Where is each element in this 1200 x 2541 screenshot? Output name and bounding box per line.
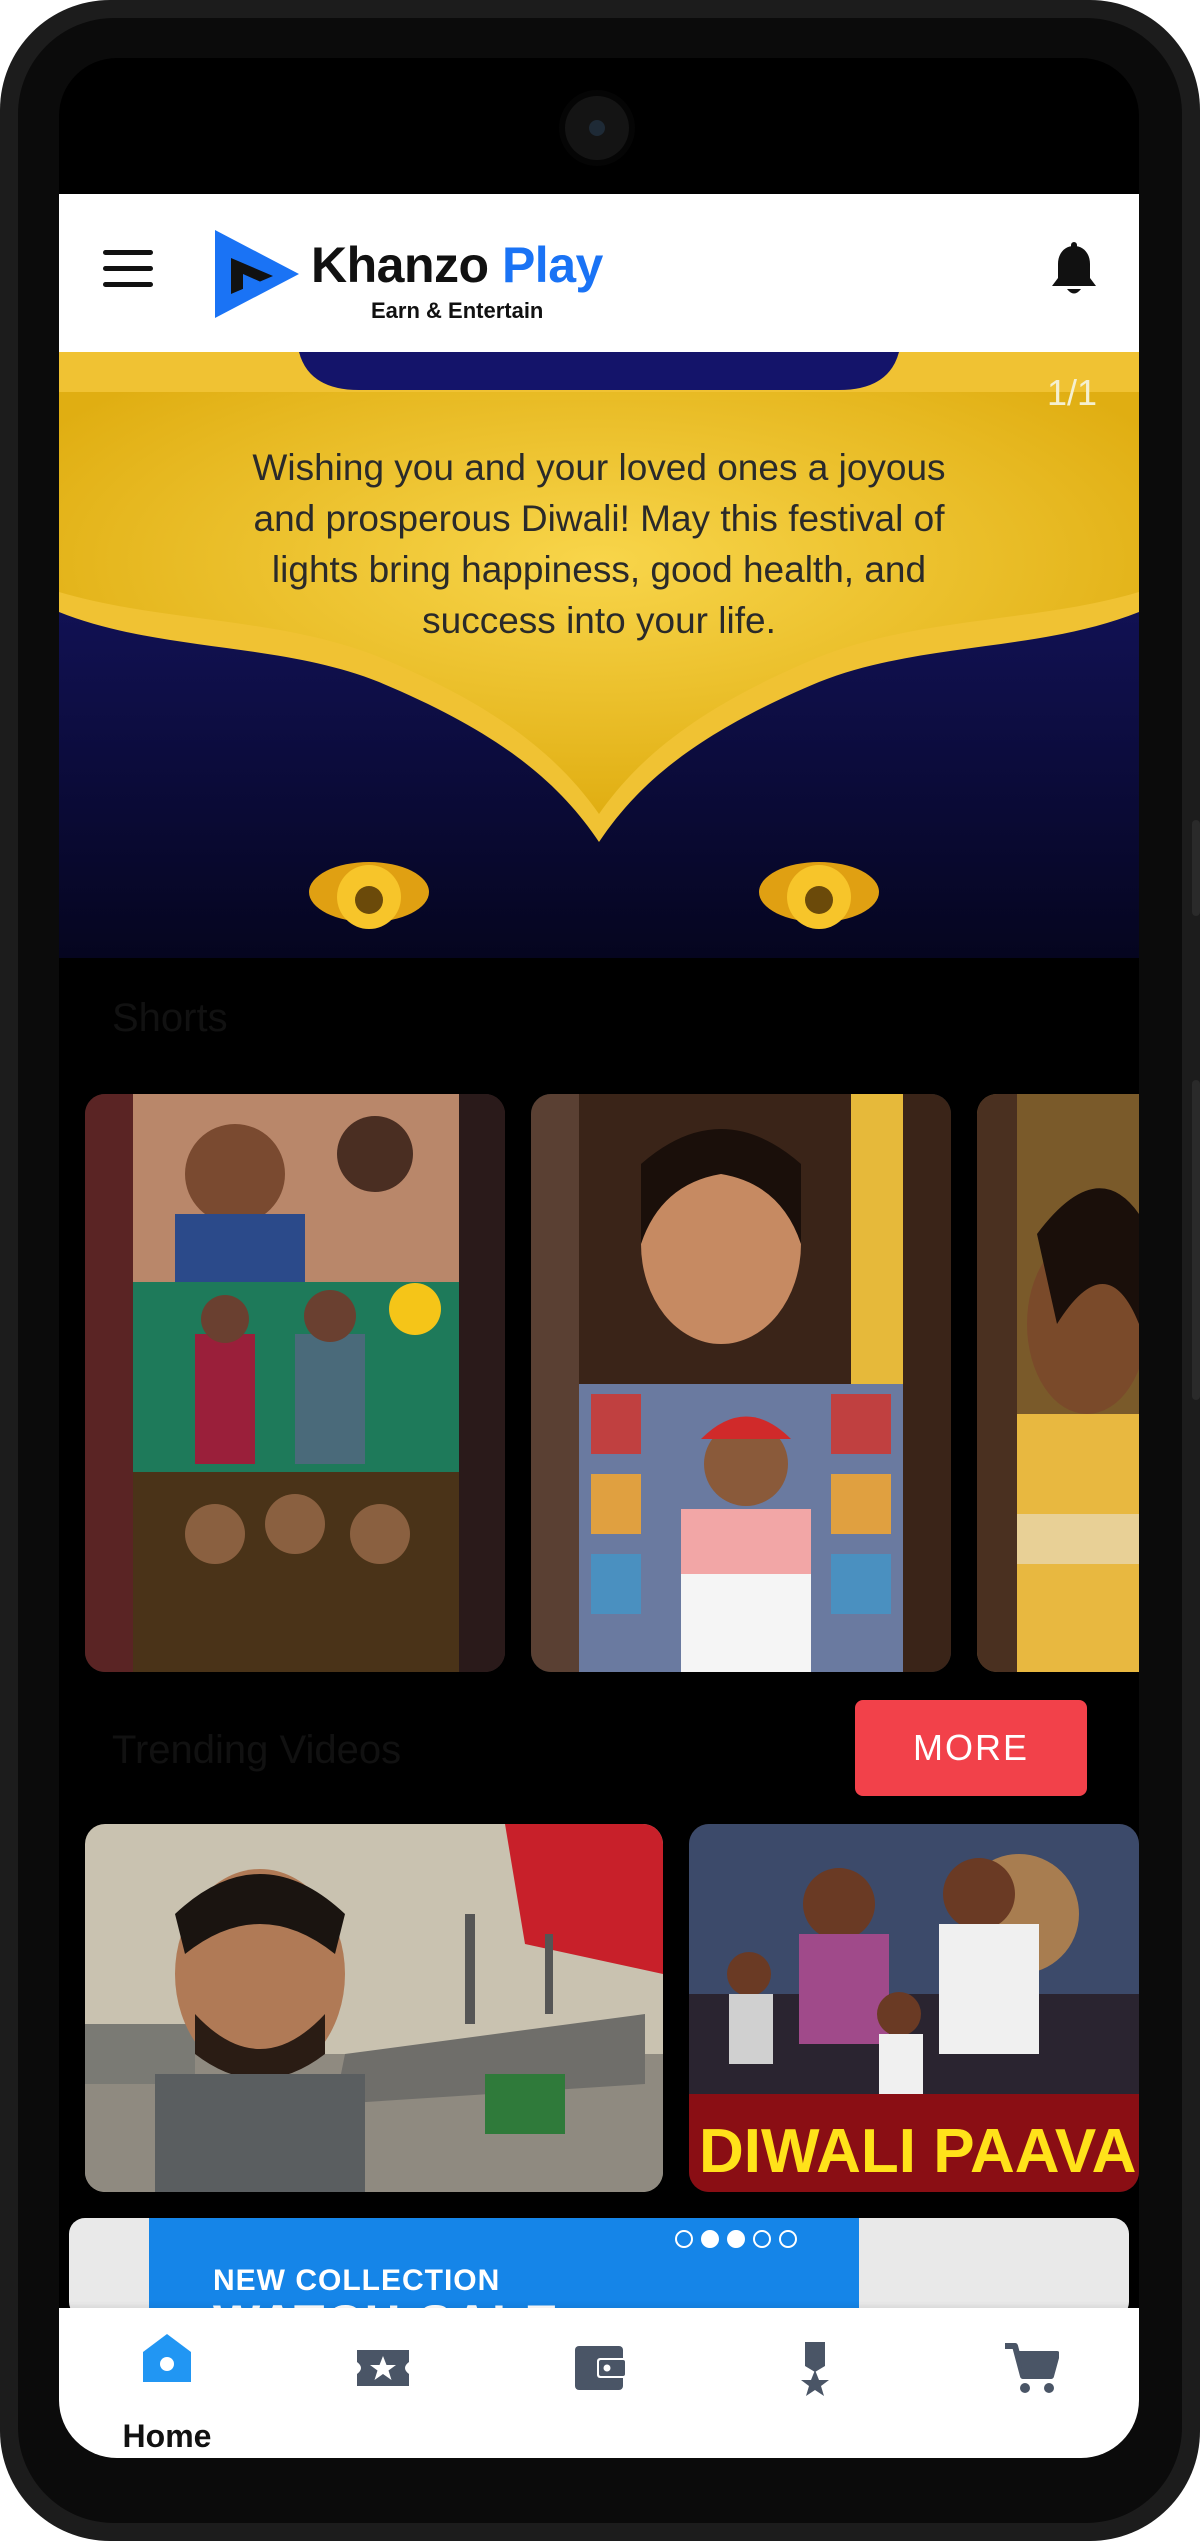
nav-wallet[interactable] <box>491 2308 707 2458</box>
wallet-icon <box>575 2346 627 2390</box>
brand-name: Khanzo Play <box>311 236 603 294</box>
nav-cart[interactable] <box>923 2308 1139 2458</box>
more-button[interactable]: MORE <box>855 1700 1087 1796</box>
cart-icon <box>1005 2343 1059 2393</box>
nav-home[interactable]: Home <box>59 2308 275 2458</box>
trending-title: Trending Videos <box>112 1728 402 1772</box>
nav-home-label: Home <box>122 2418 212 2454</box>
shorts-title: Shorts <box>112 996 228 1040</box>
short-thumbnail-3 <box>977 1094 1139 1672</box>
medal-icon <box>801 2342 829 2396</box>
trending-list: DIWALI PAAVANG <box>85 1824 1139 2194</box>
short-card-2[interactable] <box>531 1094 951 1672</box>
bottom-navigation: Home <box>59 2308 1139 2458</box>
short-thumbnail-2 <box>531 1094 951 1672</box>
banner-message: Wishing you and your loved ones a joyous… <box>252 447 946 641</box>
trending-thumbnail-2: DIWALI PAAVANG <box>689 1824 1139 2192</box>
trending-card-1[interactable] <box>85 1824 663 2192</box>
nav-tickets[interactable] <box>275 2308 491 2458</box>
phone-screen: Khanzo Play Earn & Entertain 1/1 Wishing… <box>59 58 1139 2458</box>
short-card-1[interactable] <box>85 1094 505 1672</box>
trending-thumbnail-1 <box>85 1824 663 2192</box>
carousel-dot[interactable] <box>779 2230 797 2248</box>
brand-name-part1: Khanzo <box>311 237 489 293</box>
nav-rewards[interactable] <box>707 2308 923 2458</box>
carousel-dot[interactable] <box>753 2230 771 2248</box>
power-button <box>1192 1080 1200 1400</box>
brand-name-part2: Play <box>501 237 603 293</box>
volume-button <box>1192 820 1200 916</box>
trending-card-2-caption: DIWALI PAAVANG <box>699 2117 1139 2186</box>
front-camera <box>565 96 629 160</box>
play-logo-icon <box>215 230 299 318</box>
trending-card-2[interactable]: DIWALI PAAVANG <box>689 1824 1139 2192</box>
app-bar: Khanzo Play Earn & Entertain <box>59 194 1139 352</box>
app-logo: Khanzo Play Earn & Entertain <box>209 224 629 324</box>
brand-tagline: Earn & Entertain <box>371 298 544 323</box>
carousel-dot[interactable] <box>675 2230 693 2248</box>
shorts-list <box>85 1094 1139 1674</box>
carousel-dots <box>675 2230 797 2248</box>
ticket-icon <box>357 2350 409 2386</box>
bell-icon[interactable] <box>1049 242 1099 298</box>
promo-title: NEW COLLECTION <box>213 2264 501 2297</box>
hero-banner[interactable]: 1/1 Wishing you and your loved ones a jo… <box>59 352 1139 958</box>
short-thumbnail-1 <box>85 1094 505 1672</box>
short-card-3[interactable] <box>977 1094 1139 1672</box>
home-icon <box>143 2334 191 2382</box>
menu-icon[interactable] <box>103 250 153 288</box>
carousel-dot-active[interactable] <box>727 2230 745 2248</box>
carousel-dot[interactable] <box>701 2230 719 2248</box>
promo-carousel[interactable]: NEW COLLECTION WATCH SALE <box>69 2218 1129 2318</box>
banner-counter: 1/1 <box>1046 372 1097 413</box>
